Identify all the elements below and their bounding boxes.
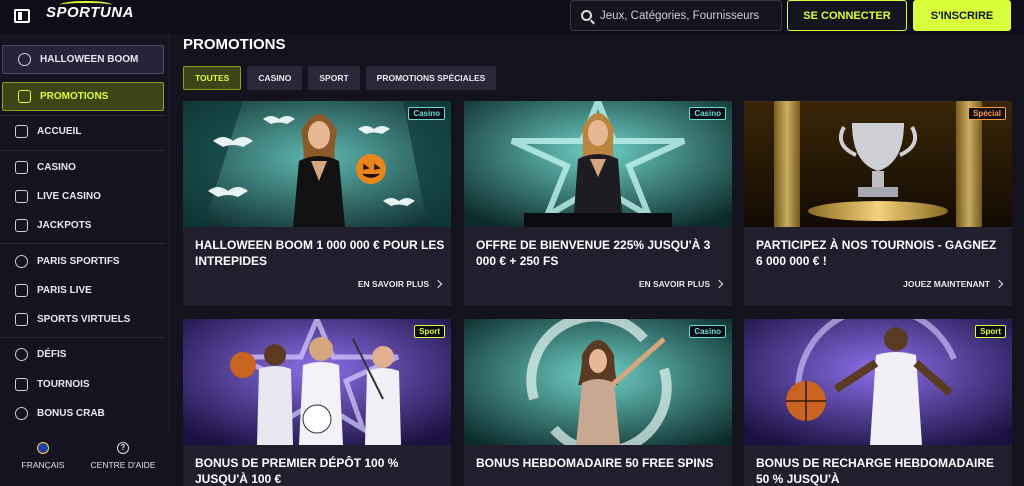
tab-promotions-speciales[interactable]: PROMOTIONS SPÉCIALES [365, 66, 497, 90]
sidebar: HALLOWEEN BOOM PROMOTIONS ACCUEIL CASINO… [0, 34, 170, 486]
top-header: SPORTUNA SE CONNECTER S'INSCRIRE [0, 0, 1024, 34]
sidebar-item-label: SPORTS VIRTUELS [37, 314, 131, 325]
promotion-tabs: TOUTES CASINO SPORT PROMOTIONS SPÉCIALES [183, 66, 497, 90]
sidebar-divider [0, 337, 165, 338]
search-input[interactable] [600, 9, 770, 22]
sidebar-item-accueil[interactable]: ACCUEIL [0, 117, 165, 146]
language-label: FRANÇAIS [21, 460, 65, 470]
language-selector[interactable]: FRANÇAIS [18, 442, 68, 470]
sidebar-divider [0, 150, 165, 151]
sidebar-item-jackpots[interactable]: JACKPOTS [0, 211, 165, 240]
tab-sport[interactable]: SPORT [308, 66, 360, 90]
promo-image-welcome: Casino [464, 101, 732, 227]
promo-image-tournaments: Spécial [744, 101, 1012, 227]
promo-card-free-spins[interactable]: Casino BONUS HEBDOMADAIRE 50 FREE SPINS [464, 319, 732, 486]
promo-title: BONUS DE RECHARGE HEBDOMADAIRE 50 % JUSQ… [756, 456, 995, 486]
pumpkin-icon [18, 53, 31, 66]
sidebar-item-halloween-boom[interactable]: HALLOWEEN BOOM [2, 45, 164, 74]
sidebar-item-tournois[interactable]: TOURNOIS [0, 370, 165, 399]
help-center-link[interactable]: ? CENTRE D'AIDE [88, 442, 158, 470]
promo-title: HALLOWEEN BOOM 1 000 000 € POUR LES INTR… [195, 238, 445, 268]
jackpot-icon [15, 219, 28, 232]
login-button[interactable]: SE CONNECTER [787, 0, 907, 31]
home-icon [15, 125, 28, 138]
sidebar-item-label: PARIS SPORTIFS [37, 256, 120, 267]
sidebar-item-label: LIVE CASINO [37, 191, 101, 202]
category-badge: Spécial [967, 107, 1006, 120]
learn-more-link[interactable]: EN SAVOIR PLUS [357, 279, 443, 289]
sidebar-item-live-casino[interactable]: LIVE CASINO [0, 182, 165, 211]
trophy-icon [15, 378, 28, 391]
promo-title: OFFRE DE BIENVENUE 225% JUSQU'À 3 000 € … [476, 238, 711, 268]
sidebar-item-promotions[interactable]: PROMOTIONS [2, 82, 164, 111]
medal-icon [15, 348, 28, 361]
category-badge: Casino [689, 325, 726, 338]
sidebar-divider [0, 243, 165, 244]
sidebar-item-label: CASINO [37, 162, 76, 173]
promo-image-halloween: Casino [183, 101, 451, 227]
promo-title: BONUS HEBDOMADAIRE 50 FREE SPINS [476, 456, 714, 470]
sidebar-footer: FRANÇAIS ? CENTRE D'AIDE [0, 432, 170, 486]
page-title: PROMOTIONS [183, 36, 286, 53]
sidebar-item-paris-live[interactable]: PARIS LIVE [0, 276, 165, 305]
category-badge: Sport [975, 325, 1006, 338]
promo-image-sport-reload: Sport [744, 319, 1012, 445]
promo-card-tournaments[interactable]: Spécial PARTICIPEZ À NOS TOURNOIS - GAGN… [744, 101, 1012, 306]
register-button[interactable]: S'INSCRIRE [913, 0, 1011, 31]
sportuna-logo[interactable]: SPORTUNA [46, 4, 134, 21]
sidebar-divider [0, 115, 165, 116]
promo-card-sport-reload[interactable]: Sport BONUS DE RECHARGE HEBDOMADAIRE 50 … [744, 319, 1012, 486]
sidebar-item-defis[interactable]: DÉFIS [0, 340, 165, 369]
category-badge: Casino [408, 107, 445, 120]
link-label: EN SAVOIR PLUS [638, 279, 710, 289]
crab-icon [15, 407, 28, 420]
promo-title: PARTICIPEZ À NOS TOURNOIS - GAGNEZ 6 000… [756, 238, 997, 268]
eu-flag-icon [37, 442, 49, 454]
sidebar-item-label: DÉFIS [37, 349, 67, 360]
category-badge: Sport [414, 325, 445, 338]
play-now-link[interactable]: JOUEZ MAINTENANT [903, 279, 1004, 289]
sidebar-item-bonus-crab[interactable]: BONUS CRAB [0, 399, 165, 428]
sidebar-toggle-icon[interactable] [14, 9, 30, 23]
video-icon [15, 284, 28, 297]
sidebar-item-sports-virtuels[interactable]: SPORTS VIRTUELS [0, 305, 165, 334]
sidebar-item-paris-sportifs[interactable]: PARIS SPORTIFS [0, 247, 165, 276]
promo-card-sport-first-deposit[interactable]: Sport BONUS DE PREMIER DÉPÔT 100 % JUSQU… [183, 319, 451, 486]
question-mark-icon: ? [117, 442, 129, 454]
link-label: EN SAVOIR PLUS [357, 279, 429, 289]
sidebar-item-label: ACCUEIL [37, 126, 82, 137]
slot-machine-icon [15, 161, 28, 174]
sidebar-item-label: JACKPOTS [37, 220, 92, 231]
chevron-right-icon [433, 279, 443, 289]
sidebar-item-casino[interactable]: CASINO [0, 153, 165, 182]
gamepad-icon [15, 313, 28, 326]
search-box[interactable] [570, 0, 782, 31]
search-icon [581, 10, 592, 21]
chevron-right-icon [714, 279, 724, 289]
promo-card-welcome[interactable]: Casino OFFRE DE BIENVENUE 225% JUSQU'À 3… [464, 101, 732, 306]
promo-image-free-spins: Casino [464, 319, 732, 445]
sidebar-item-label: TOURNOIS [37, 379, 90, 390]
sidebar-item-label: HALLOWEEN BOOM [40, 54, 139, 65]
promo-title: BONUS DE PREMIER DÉPÔT 100 % JUSQU'À 100… [195, 456, 399, 486]
sidebar-item-label: PARIS LIVE [37, 285, 92, 296]
tab-casino[interactable]: CASINO [247, 66, 303, 90]
sidebar-item-label: BONUS CRAB [37, 408, 105, 419]
gift-icon [18, 90, 31, 103]
promo-card-halloween[interactable]: Casino HALLOWEEN BOOM 1 000 000 € POUR L… [183, 101, 451, 306]
learn-more-link[interactable]: EN SAVOIR PLUS [638, 279, 724, 289]
help-label: CENTRE D'AIDE [90, 460, 156, 470]
category-badge: Casino [689, 107, 726, 120]
live-cards-icon [15, 190, 28, 203]
link-label: JOUEZ MAINTENANT [903, 279, 990, 289]
promo-image-sport-first-deposit: Sport [183, 319, 451, 445]
chevron-right-icon [994, 279, 1004, 289]
soccer-ball-icon [15, 255, 28, 268]
tab-toutes[interactable]: TOUTES [183, 66, 242, 90]
sidebar-item-label: PROMOTIONS [40, 91, 109, 102]
